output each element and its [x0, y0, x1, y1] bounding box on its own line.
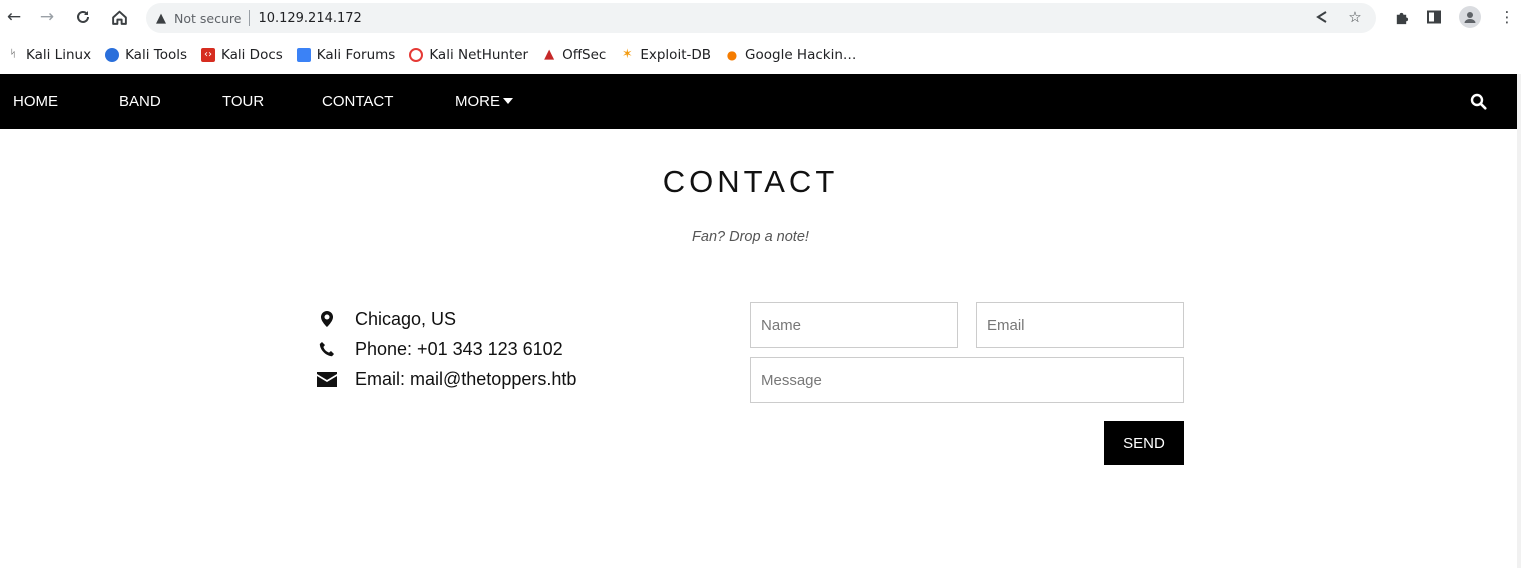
message-input[interactable]: [750, 357, 1184, 403]
search-icon[interactable]: [1468, 91, 1490, 113]
email-info: Email: mail@thetoppers.htb: [316, 367, 576, 391]
nav-more-label: MORE: [455, 93, 500, 110]
back-arrow-icon[interactable]: ←: [3, 6, 25, 28]
page-title: CONTACT: [662, 164, 839, 199]
web-page: HOME BAND TOUR CONTACT MORE CONTACT Fan?…: [0, 74, 1517, 568]
bookmark-item[interactable]: ‹› Kali Docs: [201, 47, 283, 63]
phone-icon: [316, 341, 338, 357]
site-navbar: HOME BAND TOUR CONTACT MORE: [0, 74, 1517, 129]
google-hacking-icon: ●: [726, 48, 738, 62]
bookmarks-bar: ᛋ Kali Linux Kali Tools ‹› Kali Docs Kal…: [0, 38, 1521, 72]
warning-icon: ▲: [156, 10, 166, 26]
share-icon[interactable]: [1311, 6, 1333, 28]
browser-toolbar: ← → ▲ Not secure 10.129.214.172 ☆ ⋮: [0, 0, 1521, 36]
phone-text: Phone: +01 343 123 6102: [355, 338, 563, 359]
address-divider: [249, 10, 251, 26]
exploit-db-icon: ✶: [621, 47, 633, 62]
envelope-icon: [316, 371, 338, 387]
bookmark-item[interactable]: ᛋ Kali Linux: [6, 47, 91, 63]
browser-menu-icon[interactable]: ⋮: [1496, 6, 1518, 28]
nav-tour[interactable]: TOUR: [222, 74, 264, 129]
offsec-icon: ▲: [544, 47, 555, 62]
extensions-puzzle-icon[interactable]: [1390, 6, 1412, 28]
kali-forums-icon: [296, 48, 311, 62]
kali-dragon-icon: ᛋ: [10, 49, 16, 60]
bookmark-item[interactable]: Kali Tools: [105, 47, 187, 63]
bookmark-item[interactable]: Kali Forums: [296, 47, 395, 63]
bookmark-star-icon[interactable]: ☆: [1344, 6, 1366, 28]
address-bar[interactable]: ▲ Not secure 10.129.214.172: [146, 3, 1376, 33]
send-button[interactable]: SEND: [1104, 421, 1184, 465]
caret-down-icon: [503, 98, 513, 104]
side-panel-icon[interactable]: [1423, 6, 1445, 28]
kali-nethunter-icon: [409, 48, 424, 62]
bookmark-item[interactable]: ● Google Hackin…: [725, 47, 857, 63]
bookmark-item[interactable]: ✶ Exploit-DB: [620, 47, 711, 63]
kali-tools-icon: [105, 48, 120, 62]
nav-home[interactable]: HOME: [13, 74, 58, 129]
email-input[interactable]: [976, 302, 1184, 348]
url-text: 10.129.214.172: [258, 10, 362, 26]
nav-band[interactable]: BAND: [119, 74, 161, 129]
bookmark-item[interactable]: ▲ OffSec: [542, 47, 606, 63]
phone-info: Phone: +01 343 123 6102: [316, 337, 563, 361]
forward-arrow-icon[interactable]: →: [36, 6, 58, 28]
kali-docs-icon: ‹›: [201, 48, 215, 62]
nav-contact[interactable]: CONTACT: [322, 74, 393, 129]
page-scrollbar[interactable]: [1517, 74, 1521, 568]
profile-avatar-icon[interactable]: [1459, 6, 1481, 28]
email-text: Email: mail@thetoppers.htb: [355, 368, 577, 389]
name-input[interactable]: [750, 302, 958, 348]
home-icon[interactable]: [108, 6, 130, 28]
map-marker-icon: [316, 311, 338, 327]
security-label: Not secure: [174, 10, 242, 26]
location-info: Chicago, US: [316, 307, 456, 331]
nav-more-dropdown[interactable]: MORE: [455, 74, 513, 129]
reload-icon[interactable]: [72, 6, 94, 28]
location-text: Chicago, US: [355, 308, 457, 329]
page-subtitle: Fan? Drop a note!: [692, 229, 809, 245]
bookmark-item[interactable]: Kali NetHunter: [409, 47, 528, 63]
